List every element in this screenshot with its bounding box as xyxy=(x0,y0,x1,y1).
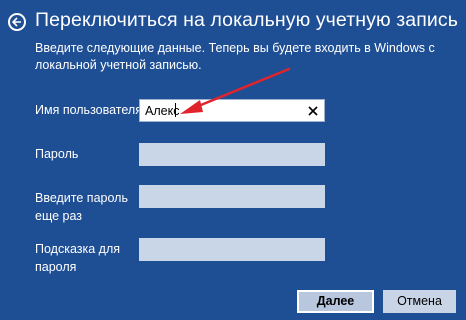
confirm-password-input[interactable] xyxy=(139,185,325,208)
password-hint-label: Подсказка для пароля xyxy=(35,240,120,276)
password-label: Пароль xyxy=(35,147,79,161)
password-hint-label-line1: Подсказка для xyxy=(35,242,121,256)
text-caret xyxy=(175,103,176,117)
clear-icon[interactable] xyxy=(306,104,320,118)
cancel-button[interactable]: Отмена xyxy=(383,290,456,313)
username-label: Имя пользователя xyxy=(35,103,142,117)
password-hint-input[interactable] xyxy=(139,238,325,261)
instructions-text: Введите следующие данные. Теперь вы буде… xyxy=(35,41,435,72)
back-arrow-icon xyxy=(12,17,21,27)
password-hint-label-line2: пароля xyxy=(35,260,77,274)
username-input[interactable]: Алекс xyxy=(139,99,325,122)
next-button[interactable]: Далее xyxy=(297,290,374,313)
page-title: Переключиться на локальную учетную запис… xyxy=(35,9,458,31)
confirm-password-label-line2: еще раз xyxy=(35,209,83,223)
back-button[interactable] xyxy=(8,13,26,31)
confirm-password-label-line1: Введите пароль xyxy=(35,191,128,205)
confirm-password-label: Введите пароль еще раз xyxy=(35,189,128,225)
password-input[interactable] xyxy=(139,143,325,166)
